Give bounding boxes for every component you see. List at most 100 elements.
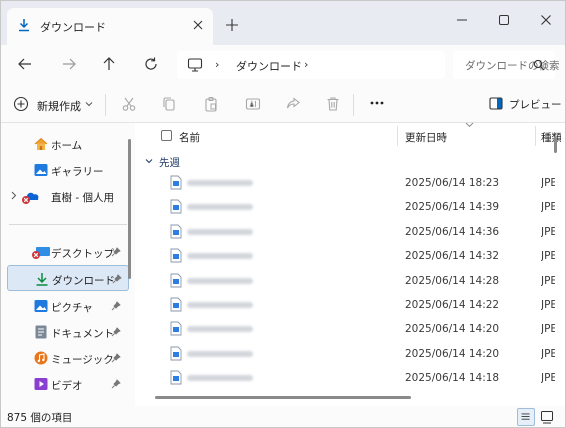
sidebar-item-label: デスクトップ: [51, 248, 114, 260]
sidebar-item-pictures[interactable]: ピクチャ: [7, 293, 129, 319]
more-options-icon[interactable]: [369, 95, 385, 111]
pin-icon[interactable]: [111, 379, 121, 389]
forward-arrow-icon[interactable]: [61, 56, 77, 72]
documents-icon: [35, 325, 47, 339]
column-divider[interactable]: [535, 126, 536, 146]
tiles-view-icon[interactable]: [539, 409, 555, 425]
gallery-icon: [34, 164, 48, 176]
pin-icon[interactable]: [112, 274, 122, 284]
desktop-icon: [32, 247, 50, 259]
file-name-blurred: [187, 204, 253, 211]
breadcrumb-separator[interactable]: ›: [304, 58, 308, 71]
rename-icon[interactable]: [245, 96, 261, 112]
close-tab-icon[interactable]: [191, 18, 205, 32]
sidebar-item-label: ビデオ: [51, 380, 83, 392]
chevron-down-icon: [145, 159, 153, 164]
address-bar[interactable]: › ダウンロード ›: [177, 51, 445, 79]
paste-icon[interactable]: [203, 96, 219, 112]
file-date: 2025/06/14 14:20: [405, 347, 500, 360]
pin-icon[interactable]: [111, 301, 121, 311]
sort-chevron-icon: [465, 122, 474, 128]
file-row[interactable]: 2025/06/14 14:18 JPEG: [135, 366, 555, 390]
file-date: 2025/06/14 14:36: [405, 225, 500, 238]
videos-icon: [34, 378, 48, 390]
status-bar: 875 個の項目: [1, 406, 565, 427]
chevron-down-icon: [85, 102, 93, 107]
sidebar-item-videos[interactable]: ビデオ: [7, 371, 129, 397]
close-window-icon[interactable]: [537, 11, 555, 29]
sidebar-item-label: 直樹 - 個人用: [51, 192, 114, 204]
file-row[interactable]: 2025/06/14 14:36 JPEG: [135, 220, 555, 244]
navigation-pane: ホーム ギャラリー 直樹 - 個人用 デスクトップ ダウンロード ピクチャ ドキ…: [1, 123, 135, 406]
column-type[interactable]: 種類: [541, 130, 561, 145]
sidebar-item-desktop[interactable]: デスクトップ: [7, 239, 129, 265]
sidebar-item-home[interactable]: ホーム: [7, 131, 129, 157]
sidebar-item-label: ミュージック: [51, 354, 114, 366]
refresh-icon[interactable]: [143, 56, 159, 72]
minimize-icon[interactable]: [453, 11, 471, 29]
download-icon: [36, 273, 48, 286]
sidebar-item-label: ダウンロード: [52, 275, 115, 287]
column-divider[interactable]: [397, 126, 398, 146]
sidebar-item-music[interactable]: ミュージック: [7, 345, 129, 371]
vertical-scrollbar[interactable]: [554, 137, 557, 153]
file-row[interactable]: 2025/06/14 14:39 JPEG: [135, 195, 555, 219]
sidebar-item-onedrive[interactable]: 直樹 - 個人用: [7, 183, 129, 209]
copy-icon[interactable]: [161, 96, 177, 112]
preview-button-label: プレビュー: [509, 99, 562, 111]
column-date-modified[interactable]: 更新日時: [405, 130, 447, 145]
details-view-icon: [521, 413, 530, 420]
file-type: JPEG: [541, 225, 555, 238]
file-row[interactable]: 2025/06/14 14:20 JPEG: [135, 342, 555, 366]
new-button-label: 新規作成: [37, 100, 81, 113]
file-row[interactable]: 2025/06/14 14:28 JPEG: [135, 269, 555, 293]
file-date: 2025/06/14 14:20: [405, 323, 500, 336]
file-row[interactable]: 2025/06/14 18:23 JPEG: [135, 171, 555, 195]
file-row[interactable]: 2025/06/14 14:32 JPEG: [135, 244, 555, 268]
select-all-checkbox[interactable]: [161, 130, 172, 141]
file-name-blurred: [187, 326, 253, 333]
image-file-icon: [170, 175, 182, 190]
chevron-right-icon[interactable]: [11, 191, 17, 200]
file-row[interactable]: 2025/06/14 14:20 JPEG: [135, 317, 555, 341]
sidebar-item-label: ギャラリー: [51, 166, 104, 178]
navigation-bar: › ダウンロード › ダウンロードの検索: [1, 45, 565, 85]
sidebar-scrollbar[interactable]: [128, 139, 131, 279]
sidebar-item-label: ピクチャ: [51, 302, 93, 314]
pictures-icon: [34, 300, 48, 312]
maximize-icon[interactable]: [495, 11, 513, 29]
file-type: JPEG: [541, 347, 555, 360]
group-label: 先週: [159, 157, 180, 169]
search-box[interactable]: ダウンロードの検索: [453, 51, 560, 79]
sidebar-divider: [9, 224, 127, 225]
pin-icon[interactable]: [111, 327, 121, 337]
sidebar-item-label: ドキュメント: [51, 328, 114, 340]
file-type: JPEG: [541, 372, 555, 385]
download-icon: [19, 19, 29, 32]
tab-downloads[interactable]: ダウンロード: [7, 8, 213, 45]
file-date: 2025/06/14 14:39: [405, 201, 500, 214]
up-arrow-icon[interactable]: [101, 56, 117, 72]
sidebar-item-downloads[interactable]: ダウンロード: [7, 265, 129, 291]
file-type: JPEG: [541, 299, 555, 311]
back-arrow-icon[interactable]: [17, 56, 33, 72]
onedrive-icon: [22, 192, 39, 204]
details-view-button[interactable]: [517, 408, 535, 426]
sidebar-item-gallery[interactable]: ギャラリー: [7, 157, 129, 183]
file-type: JPEG: [541, 323, 555, 336]
file-type: JPEG: [541, 201, 555, 214]
delete-icon[interactable]: [325, 96, 341, 112]
home-icon: [34, 137, 48, 150]
column-name[interactable]: 名前: [179, 130, 200, 145]
cut-icon[interactable]: [121, 96, 137, 112]
file-row[interactable]: 2025/06/14 14:22 JPEG: [135, 293, 555, 317]
file-date: 2025/06/14 14:28: [405, 274, 500, 287]
pin-icon[interactable]: [111, 247, 121, 257]
breadcrumb-downloads[interactable]: ダウンロード: [236, 58, 302, 74]
file-date: 2025/06/14 18:23: [405, 177, 500, 189]
new-tab-icon[interactable]: [225, 18, 239, 32]
sidebar-item-documents[interactable]: ドキュメント: [7, 319, 129, 345]
share-icon[interactable]: [285, 96, 301, 112]
pin-icon[interactable]: [111, 353, 121, 363]
horizontal-scrollbar[interactable]: [155, 396, 411, 399]
